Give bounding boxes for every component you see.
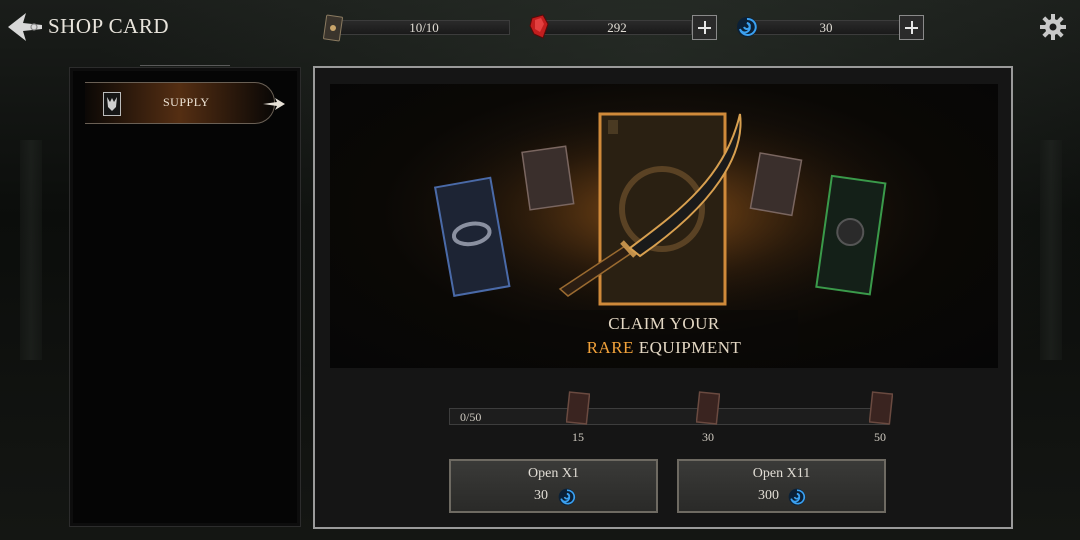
back-card-icon [749, 152, 803, 217]
back-card-icon [521, 145, 575, 211]
page-title: SHOP CARD [48, 14, 170, 38]
milestone-label: 30 [702, 430, 714, 444]
open-x1-label: Open X1 [528, 466, 579, 481]
banner-headline-rest: EQUIPMENT [633, 338, 742, 357]
top-bar: SHOP CARD 10/10 292 30 [0, 0, 1080, 54]
milestone-chest-icon[interactable] [869, 391, 893, 425]
blood-resource: 292 [528, 14, 720, 40]
blue-swirl-icon [558, 488, 576, 506]
background-pillar [20, 140, 42, 360]
reward-progress-text: 0/50 [460, 410, 482, 424]
blood-gem-icon [529, 14, 549, 39]
blood-value: 292 [542, 20, 692, 35]
sidebar-item-supply[interactable]: SUPPLY [85, 82, 285, 124]
milestone-label: 50 [874, 430, 886, 444]
card-deck-icon [323, 14, 343, 42]
open-x1-button[interactable]: Open X1 30 [449, 459, 658, 513]
rare-card-icon [598, 112, 727, 306]
milestone-chest-icon[interactable] [566, 391, 590, 425]
arrow-right-icon [263, 98, 285, 110]
open-x11-label: Open X11 [752, 466, 811, 481]
milestone-chest-icon[interactable] [696, 391, 720, 425]
shop-main-panel: CLAIM YOUR RARE EQUIPMENT 0/50 15 30 50 … [313, 66, 1013, 529]
milestone-label: 15 [572, 430, 584, 444]
open-x1-cost: 30 [534, 488, 548, 503]
demon-mask-icon [103, 92, 121, 116]
blue-swirl-icon [788, 488, 806, 506]
reward-progress-bar: 0/50 [449, 408, 889, 425]
back-button[interactable] [6, 10, 44, 44]
settings-gear-icon[interactable] [1039, 13, 1067, 41]
back-arrow-icon [8, 13, 42, 41]
open-x11-button[interactable]: Open X11 300 [677, 459, 886, 513]
add-blood-button[interactable] [692, 15, 717, 40]
banner-headline-line2: RARE EQUIPMENT [330, 338, 998, 358]
promo-banner: CLAIM YOUR RARE EQUIPMENT [330, 84, 998, 368]
category-sidebar: SUPPLY [69, 65, 301, 527]
card-count-resource: 10/10 [322, 14, 512, 42]
card-count-value: 10/10 [338, 20, 510, 35]
sidebar-item-label: SUPPLY [163, 95, 210, 109]
background-pillar [1040, 140, 1062, 360]
soul-value: 30 [751, 20, 901, 35]
soul-resource: 30 [735, 14, 927, 40]
rare-highlight: RARE [586, 338, 634, 357]
open-x11-cost: 300 [758, 488, 779, 503]
add-soul-button[interactable] [899, 15, 924, 40]
panel-ornament [140, 65, 230, 70]
blue-swirl-icon [737, 17, 757, 37]
banner-headline-line1: CLAIM YOUR [608, 314, 720, 333]
